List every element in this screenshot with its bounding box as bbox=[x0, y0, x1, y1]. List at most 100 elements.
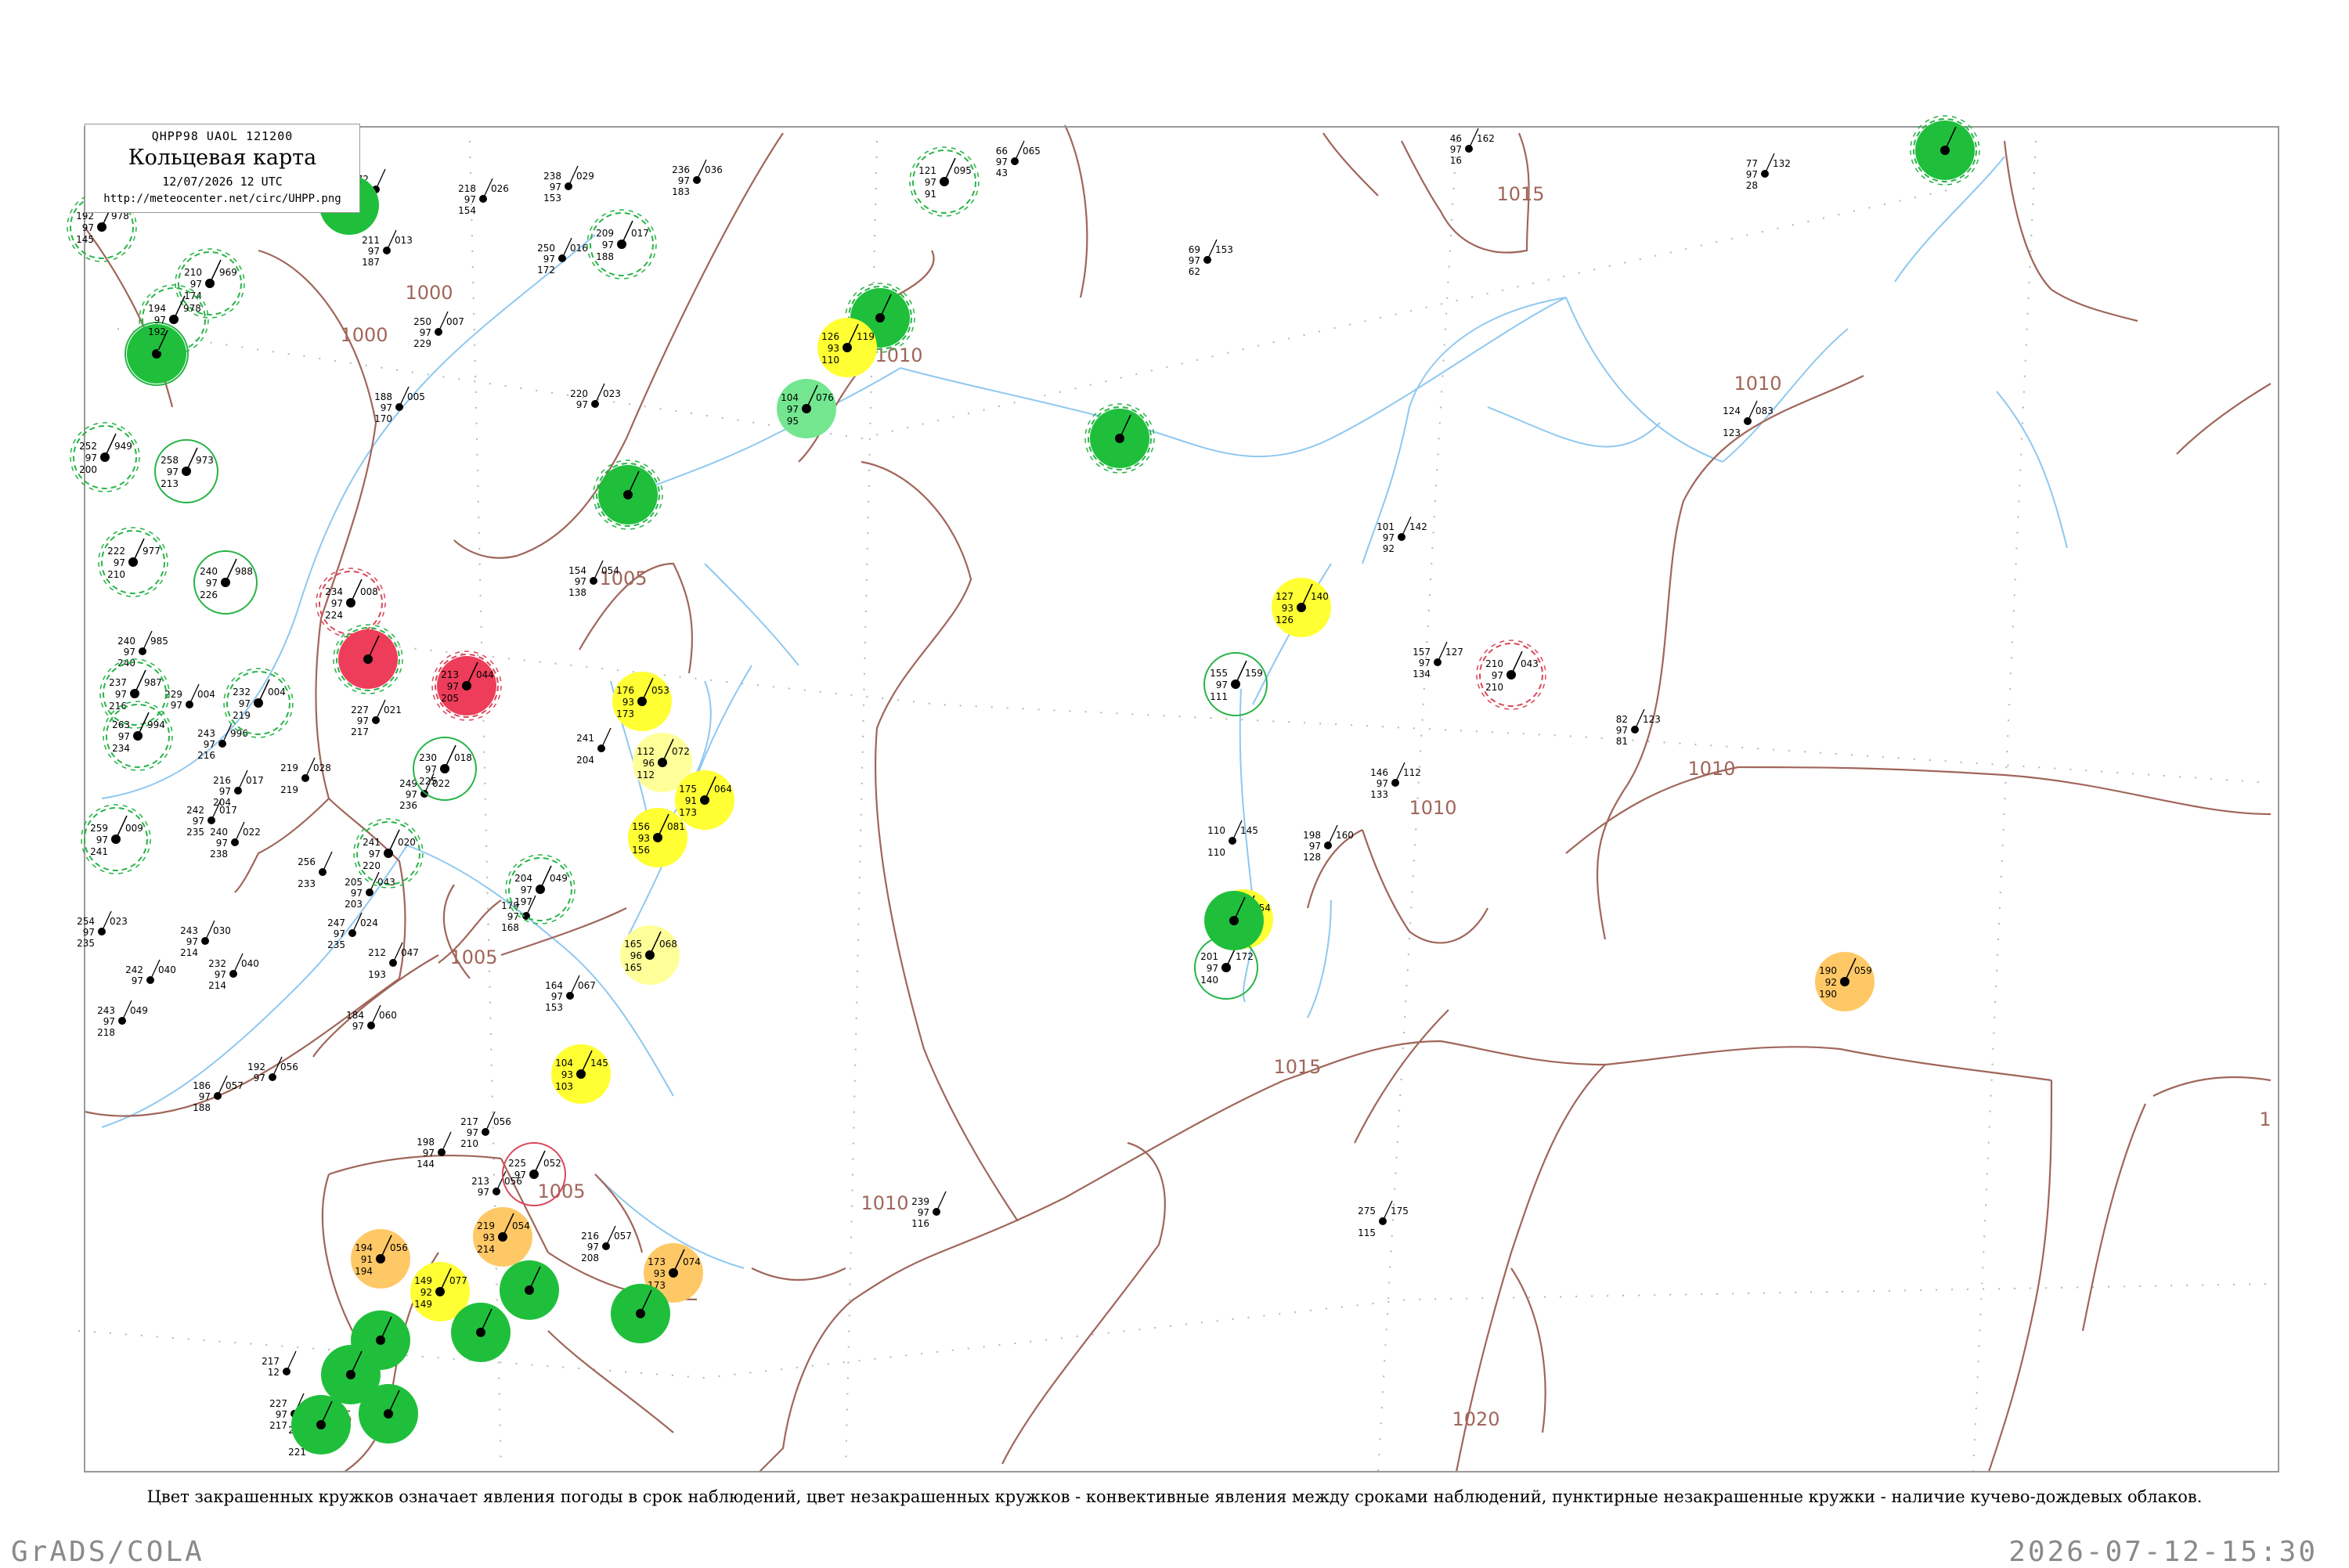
station-plot[interactable]: 24297 040 bbox=[125, 959, 176, 986]
station-marker[interactable] bbox=[611, 1284, 670, 1343]
station-plot[interactable]: 22097 023 bbox=[570, 383, 621, 410]
station-marker[interactable] bbox=[1910, 115, 1980, 186]
station-marker[interactable]: 22597 052 bbox=[502, 1142, 566, 1206]
station-marker[interactable] bbox=[500, 1260, 559, 1320]
station-plot[interactable]: 18897170 005 bbox=[374, 386, 425, 424]
station-plot[interactable]: 23897153 029 bbox=[543, 165, 594, 204]
station-marker[interactable]: 22297210 977 bbox=[98, 527, 168, 597]
station-plot[interactable]: 24397214 030 bbox=[180, 920, 231, 958]
station-plot[interactable]: 19897144 bbox=[417, 1131, 452, 1170]
station-marker[interactable]: 12693110 119 bbox=[817, 318, 877, 377]
station-plot[interactable]: 469716 162 bbox=[1450, 128, 1495, 166]
station-marker[interactable] bbox=[1084, 403, 1155, 474]
station-plot[interactable]: 21797210 056 bbox=[460, 1111, 511, 1149]
visibility-value: 97 bbox=[85, 452, 97, 463]
station-plot[interactable]: 110 110 145 bbox=[1207, 820, 1258, 858]
dewpoint-value: 110 bbox=[1207, 847, 1225, 858]
station-plot[interactable]: 23297214 040 bbox=[208, 953, 259, 991]
station-marker[interactable] bbox=[451, 1303, 511, 1362]
station-plot[interactable]: 699762 153 bbox=[1189, 239, 1233, 277]
pressure-value: 040 bbox=[241, 958, 259, 969]
wind-barb-icon bbox=[375, 168, 386, 190]
temperature-value: 243 bbox=[197, 728, 215, 739]
station-plot[interactable]: 22797217 021 bbox=[351, 699, 402, 737]
station-plot[interactable]: 25497235 023 bbox=[77, 910, 128, 949]
station-plot[interactable]: 241 204 bbox=[576, 727, 612, 766]
dewpoint-value: 210 bbox=[107, 569, 125, 580]
temperature-value: 104 bbox=[555, 1058, 573, 1069]
station-plot[interactable]: 18497 060 bbox=[346, 1004, 397, 1032]
pressure-value: 028 bbox=[313, 762, 331, 773]
station-marker[interactable] bbox=[333, 624, 403, 694]
station-plot[interactable]: 18697188 057 bbox=[193, 1075, 244, 1113]
station-plot[interactable]: 1019792 142 bbox=[1377, 516, 1427, 554]
visibility-value: 97 bbox=[420, 327, 431, 338]
pressure-value: 145 bbox=[1240, 825, 1258, 836]
station-plot[interactable]: 22997 004 bbox=[164, 683, 215, 711]
visibility-value: 97 bbox=[154, 315, 166, 326]
station-plot[interactable]: 19897128 160 bbox=[1303, 824, 1354, 863]
station-plot[interactable]: 275 115 175 bbox=[1358, 1200, 1409, 1238]
station-marker[interactable]: 21397205 044 bbox=[431, 651, 502, 721]
footer-timestamp: 2026-07-12-15:30 bbox=[2008, 1536, 2318, 1568]
station-marker[interactable]: 16596165 068 bbox=[620, 925, 680, 985]
station-plot[interactable]: 21697208 057 bbox=[581, 1225, 632, 1263]
station-plot[interactable]: 21897154 026 bbox=[458, 178, 509, 216]
visibility-value: 97 bbox=[103, 1016, 115, 1027]
station-plot[interactable]: 24397218 049 bbox=[97, 1000, 148, 1038]
station-plot[interactable]: 829781 123 bbox=[1616, 708, 1661, 747]
station-marker[interactable]: 15597111 159 bbox=[1203, 652, 1268, 716]
station-marker[interactable]: 10493103 145 bbox=[551, 1044, 611, 1104]
station-plot[interactable]: 14697133 112 bbox=[1370, 762, 1421, 800]
station-marker[interactable]: 1219791 095 bbox=[909, 146, 980, 217]
pressure-value: 977 bbox=[143, 546, 161, 557]
station-marker[interactable]: 19092190 059 bbox=[1815, 952, 1875, 1011]
station-marker[interactable]: 23097225 018 bbox=[413, 737, 477, 801]
station-marker[interactable] bbox=[291, 1395, 351, 1454]
station-marker[interactable] bbox=[1204, 891, 1264, 950]
station-plot[interactable]: 23997116 bbox=[911, 1191, 947, 1229]
station-plot[interactable]: 19297 056 bbox=[247, 1056, 298, 1083]
station-marker[interactable]: 21993214 054 bbox=[473, 1207, 532, 1267]
visibility-value: 97 bbox=[381, 402, 392, 413]
station-plot[interactable]: 21712 bbox=[262, 1350, 297, 1378]
station-marker[interactable] bbox=[359, 1384, 418, 1444]
station-marker[interactable]: 17693173 053 bbox=[612, 672, 672, 731]
station-marker[interactable]: 19491194 056 bbox=[351, 1229, 410, 1289]
station-marker[interactable]: 21097210 043 bbox=[1476, 640, 1546, 710]
station-marker[interactable]: 23797216 987 bbox=[99, 658, 170, 729]
isobar-label: 1010 bbox=[875, 344, 922, 366]
station-plot[interactable]: 23697183 036 bbox=[672, 159, 723, 197]
station-plot[interactable]: 21697204017 bbox=[213, 770, 264, 808]
station-marker[interactable]: 15693156 081 bbox=[628, 808, 687, 867]
station-marker[interactable]: 20997188 017 bbox=[586, 209, 657, 279]
pressure-value: 081 bbox=[667, 821, 685, 832]
station-plot[interactable]: 15797134 127 bbox=[1413, 641, 1463, 679]
pressure-value: 044 bbox=[476, 669, 494, 680]
station-marker[interactable] bbox=[593, 460, 663, 530]
station-marker[interactable]: 23297219 004 bbox=[223, 668, 294, 738]
station-plot[interactable]: 256 233 bbox=[298, 851, 333, 889]
temperature-value: 219 bbox=[477, 1220, 495, 1231]
station-marker[interactable]: 25297200 949 bbox=[70, 422, 140, 492]
station-marker[interactable]: 24097226 988 bbox=[193, 550, 258, 615]
station-marker[interactable]: 1049795 076 bbox=[777, 379, 836, 438]
station-marker[interactable]: 25997241 009 bbox=[81, 804, 151, 874]
station-marker[interactable]: 12793126 140 bbox=[1272, 578, 1331, 637]
station-plot[interactable]: 24097238 022 bbox=[210, 821, 261, 860]
temperature-value: 66 bbox=[996, 146, 1008, 157]
dewpoint-value: 110 bbox=[821, 355, 839, 366]
station-plot[interactable]: 16497153 067 bbox=[545, 975, 596, 1013]
station-plot[interactable]: 212 193 047 bbox=[368, 942, 419, 980]
station-plot[interactable]: 24797235 024 bbox=[327, 912, 378, 950]
station-marker[interactable]: 25897213 973 bbox=[154, 439, 218, 503]
station-plot[interactable]: 21197187 013 bbox=[362, 229, 413, 268]
visibility-value: 97 bbox=[239, 698, 251, 709]
map-url[interactable]: http://meteocenter.net/circ/UHPP.png bbox=[85, 193, 359, 205]
station-plot[interactable]: 669743 065 bbox=[996, 140, 1041, 178]
station-plot[interactable]: 25097229 007 bbox=[413, 311, 464, 349]
station-marker[interactable]: 26397234 994 bbox=[103, 701, 173, 771]
station-plot[interactable]: 25097172 016 bbox=[537, 237, 588, 276]
station-plot[interactable]: 779728 132 bbox=[1746, 153, 1791, 191]
stations: 1929714597821097174969194971929782529720… bbox=[67, 115, 1980, 1454]
